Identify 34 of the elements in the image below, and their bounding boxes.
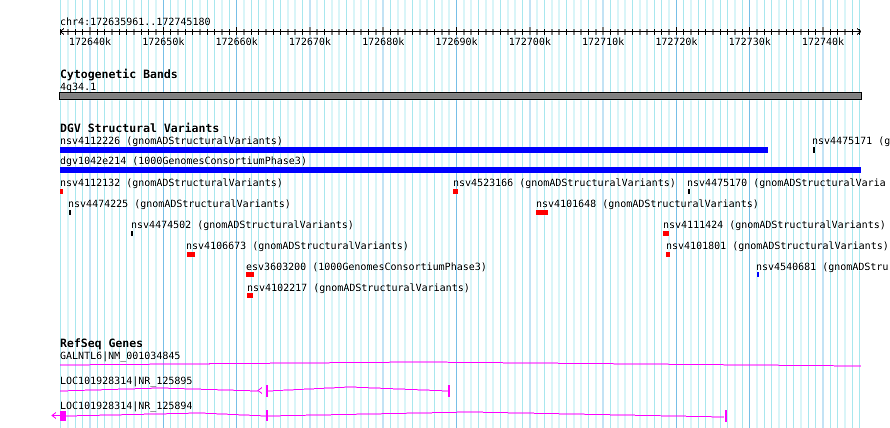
variant-label: nsv4106673 (gnomADStructuralVariants) [186, 241, 409, 252]
ruler-tick-label: 172680k [362, 37, 404, 48]
variant-label: nsv4101801 (gnomADStructuralVariants) [666, 241, 889, 252]
ruler-tick-label: 172720k [655, 37, 698, 48]
variant-label: nsv4101648 (gnomADStructuralVariants) [536, 199, 759, 210]
variant-label: nsv4112132 (gnomADStructuralVariants) [60, 178, 283, 189]
gene-label: LOC101928314|NR_125895 [60, 376, 192, 387]
ruler-tick-label: 172710k [582, 37, 624, 48]
ruler-tick-label: 172640k [68, 37, 112, 48]
ruler-tick-label: 172690k [435, 37, 478, 48]
ruler-tick-label: 172730k [728, 37, 771, 48]
variant-label: nsv4102217 (gnomADStructuralVariants) [247, 283, 470, 294]
variant-label: nsv4474502 (gnomADStructuralVariants) [131, 220, 354, 231]
variant-label: nsv4475170 (gnomADStructuralVaria [687, 178, 886, 189]
variant-label: nsv4474225 (gnomADStructuralVariants) [68, 199, 291, 210]
variant-label: nsv4475171 (g [812, 136, 890, 147]
band-label: 4q34.1 [60, 82, 96, 93]
ruler-tick-label: 172660k [216, 37, 258, 48]
ruler-tick-label: 172700k [508, 37, 551, 48]
variant-label: nsv4540681 (gnomADStru [756, 262, 888, 273]
track-title: Cytogenetic Bands [60, 67, 178, 81]
track-title: RefSeq Genes [60, 336, 144, 350]
variant-label: esv3603200 (1000GenomesConsortiumPhase3) [246, 262, 487, 273]
variant-label: nsv4523166 (gnomADStructuralVariants) [453, 178, 676, 189]
gene-label: LOC101928314|NR_125894 [60, 401, 192, 412]
variant-label: nsv4111424 (gnomADStructuralVariants) [663, 220, 886, 231]
ruler-tick-label: 172740k [802, 37, 844, 48]
variant-label: nsv4112226 (gnomADStructuralVariants) [60, 136, 283, 147]
track-title: DGV Structural Variants [60, 121, 220, 135]
variant-label: dgv1042e214 (1000GenomesConsortiumPhase3) [60, 156, 307, 167]
ruler-tick-label: 172670k [288, 37, 331, 48]
gene-label: GALNTL6|NM_001034845 [60, 351, 180, 362]
region-label: chr4:172635961..172745180 [60, 17, 211, 28]
ruler-tick-label: 172650k [142, 37, 184, 48]
